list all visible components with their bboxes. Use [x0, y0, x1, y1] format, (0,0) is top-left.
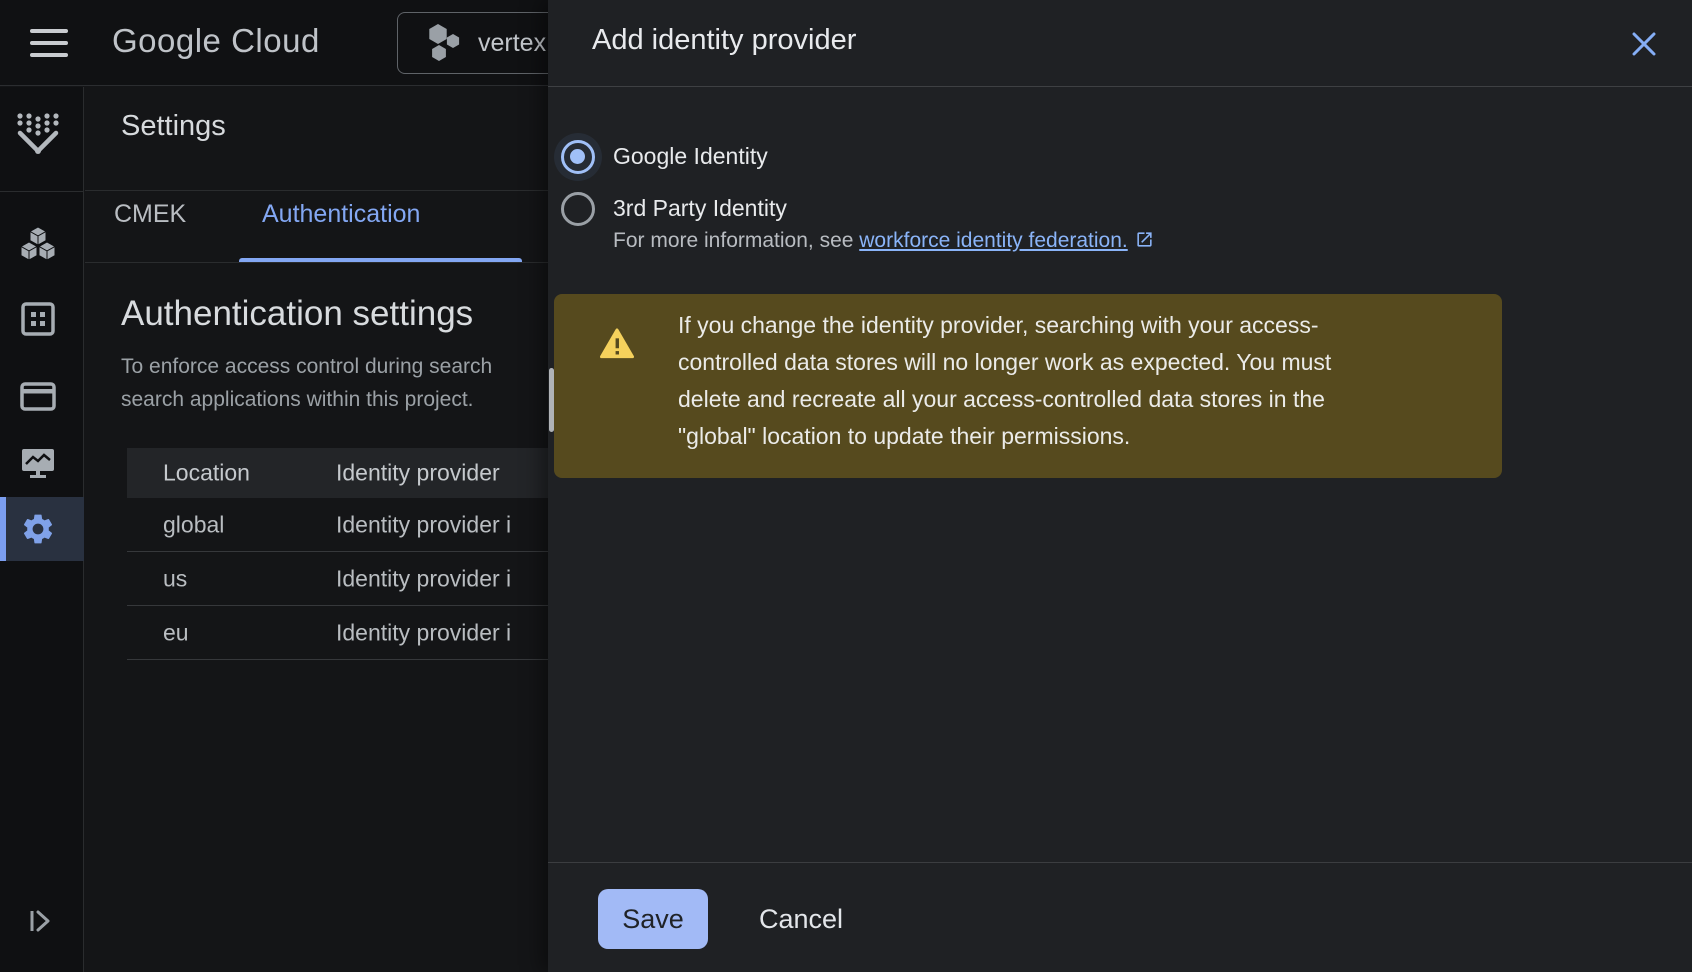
sidebar [0, 87, 84, 972]
table-row[interactable]: eu Identity provider i [127, 606, 548, 660]
section-description-line1: To enforce access control during search [121, 355, 492, 379]
table-row[interactable]: us Identity provider i [127, 552, 548, 606]
vertex-ai-icon[interactable] [15, 111, 61, 155]
expand-panel-icon[interactable] [24, 905, 56, 937]
section-title: Authentication settings [121, 294, 473, 334]
cell-location: eu [163, 619, 189, 646]
info-line: For more information, see workforce iden… [613, 229, 1154, 253]
cancel-button[interactable]: Cancel [726, 889, 876, 949]
project-name: vertex [478, 29, 546, 58]
cell-location: us [163, 565, 187, 592]
warning-text: If you change the identity provider, sea… [678, 307, 1331, 455]
data-stores-icon[interactable] [18, 223, 58, 263]
cell-identity-provider: Identity provider i [336, 511, 511, 538]
add-identity-provider-dialog: Add identity provider Google Identity 3r… [548, 0, 1692, 972]
identity-provider-table: Location Identity provider global Identi… [127, 448, 548, 660]
gear-icon [20, 511, 56, 547]
dialog-title: Add identity provider [592, 24, 856, 57]
table-header-row: Location Identity provider [127, 448, 548, 498]
card-icon[interactable] [18, 376, 58, 416]
info-prefix: For more information, see [613, 229, 859, 252]
warning-banner: If you change the identity provider, sea… [554, 294, 1502, 478]
page-title: Settings [121, 110, 226, 143]
analytics-monitor-icon[interactable] [18, 443, 58, 483]
sidebar-divider [0, 191, 84, 192]
tab-authentication[interactable]: Authentication [262, 200, 420, 229]
app-root: Google Cloud vertex [0, 0, 1692, 972]
radio-label-3rd-party-identity[interactable]: 3rd Party Identity [613, 195, 787, 222]
divider [85, 262, 548, 263]
settings-page: Settings CMEK Authentication Authenticat… [85, 87, 548, 972]
external-link-icon [1135, 230, 1154, 249]
sidebar-item-settings[interactable] [0, 497, 84, 561]
save-button[interactable]: Save [598, 889, 708, 949]
scrollbar-thumb[interactable] [549, 368, 554, 432]
workforce-identity-federation-link[interactable]: workforce identity federation. [859, 229, 1127, 252]
active-indicator [0, 497, 6, 561]
menu-icon[interactable] [28, 26, 72, 60]
apps-icon[interactable] [18, 299, 58, 339]
project-hexagons-icon [422, 22, 466, 66]
warning-icon [600, 328, 634, 360]
radio-google-identity[interactable] [561, 140, 595, 174]
cell-location: global [163, 511, 224, 538]
cell-identity-provider: Identity provider i [336, 565, 511, 592]
section-description-line2: search applications within this project. [121, 388, 474, 412]
column-header-identity-provider: Identity provider [336, 460, 500, 487]
table-row[interactable]: global Identity provider i [127, 498, 548, 552]
google-cloud-logo: Google Cloud [112, 22, 320, 60]
divider [85, 190, 548, 191]
column-header-location: Location [163, 460, 250, 487]
cell-identity-provider: Identity provider i [336, 619, 511, 646]
tab-cmek[interactable]: CMEK [114, 200, 186, 229]
close-icon[interactable] [1626, 26, 1662, 62]
dialog-footer-divider [548, 862, 1692, 863]
radio-label-google-identity[interactable]: Google Identity [613, 143, 768, 170]
radio-selected-dot [570, 149, 585, 164]
radio-3rd-party-identity[interactable] [561, 192, 595, 226]
dialog-header-divider [548, 86, 1692, 87]
